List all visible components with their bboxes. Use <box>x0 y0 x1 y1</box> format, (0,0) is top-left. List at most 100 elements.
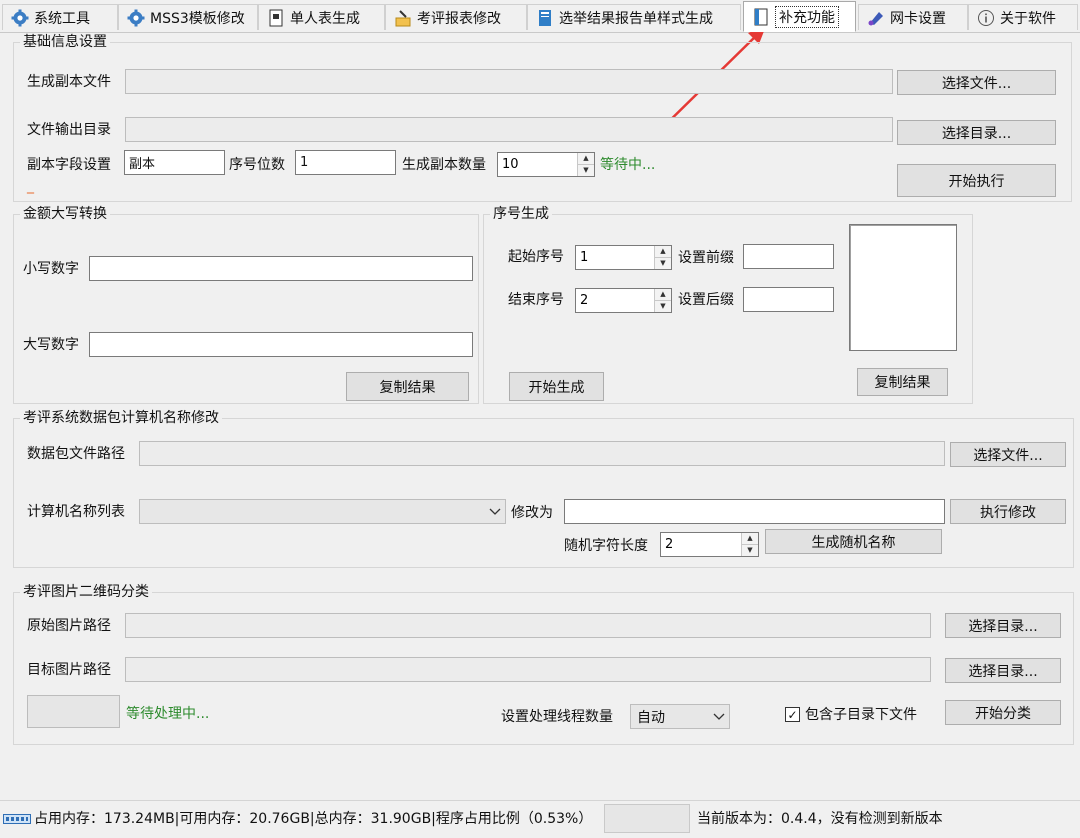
group-title: 考评图片二维码分类 <box>20 583 152 601</box>
chevron-down-icon[interactable] <box>709 713 729 721</box>
copy-count-label: 生成副本数量 <box>402 157 486 173</box>
source-path-label: 原始图片路径 <box>27 618 111 634</box>
output-dir-label: 文件输出目录 <box>27 122 111 138</box>
field-setting-label: 副本字段设置 <box>27 157 111 173</box>
tab-label: MSS3模板修改 <box>150 10 245 27</box>
copy-count-input[interactable] <box>498 153 577 176</box>
tab-supplementary[interactable]: 补充功能 <box>743 1 856 32</box>
end-serial-stepper[interactable]: ▲▼ <box>575 288 672 313</box>
upper-number-input[interactable] <box>89 332 473 357</box>
end-serial-input[interactable] <box>576 289 654 312</box>
tab-strip: 系统工具 MSS3模板修改 单人表生成 考评报表修改 选举结果报告单样式生成 补… <box>0 0 1080 33</box>
end-serial-label: 结束序号 <box>508 292 564 308</box>
tab-mss3-template[interactable]: MSS3模板修改 <box>118 4 258 30</box>
execute-modify-button[interactable]: 执行修改 <box>950 499 1066 524</box>
basic-marker: _ <box>27 178 34 194</box>
start-execute-button[interactable]: 开始执行 <box>897 164 1056 197</box>
thread-count-label: 设置处理线程数量 <box>501 709 613 725</box>
memory-icon <box>3 812 31 830</box>
tab-system-tools[interactable]: 系统工具 <box>2 4 118 30</box>
group-title: 金额大写转换 <box>20 205 110 223</box>
gear-icon <box>11 9 29 27</box>
package-path-label: 数据包文件路径 <box>27 446 125 462</box>
package-path-field[interactable] <box>139 441 945 466</box>
modify-to-input[interactable] <box>564 499 945 524</box>
include-subdir-label: 包含子目录下文件 <box>805 707 917 723</box>
tab-label: 考评报表修改 <box>417 10 501 27</box>
upper-number-label: 大写数字 <box>23 337 79 353</box>
pc-name-list-combo[interactable] <box>139 499 506 524</box>
suffix-input[interactable] <box>743 287 834 312</box>
package-select-file-button[interactable]: 选择文件... <box>950 442 1066 467</box>
start-classify-button[interactable]: 开始分类 <box>945 700 1061 725</box>
source-select-dir-button[interactable]: 选择目录... <box>945 613 1061 638</box>
group-title: 基础信息设置 <box>20 33 110 51</box>
serial-copy-button[interactable]: 复制结果 <box>857 368 948 396</box>
notebook-icon <box>536 9 554 27</box>
select-file-button[interactable]: 选择文件... <box>897 70 1056 95</box>
group-title: 序号生成 <box>490 205 552 223</box>
tab-label: 关于软件 <box>1000 10 1056 27</box>
spin-down-icon[interactable]: ▼ <box>655 257 671 269</box>
prefix-label: 设置前缀 <box>678 250 734 266</box>
copy-file-path-field[interactable] <box>125 69 893 94</box>
network-icon <box>867 9 885 27</box>
tab-about[interactable]: 关于软件 <box>968 4 1078 30</box>
source-path-field[interactable] <box>125 613 931 638</box>
random-length-input[interactable] <box>661 533 741 556</box>
document-edit-icon <box>394 9 412 27</box>
blank-page-icon <box>752 8 770 26</box>
suffix-label: 设置后缀 <box>678 292 734 308</box>
modify-to-label: 修改为 <box>511 505 553 521</box>
select-dir-button[interactable]: 选择目录... <box>897 120 1056 145</box>
tab-label: 单人表生成 <box>290 10 360 27</box>
random-length-label: 随机字符长度 <box>564 538 648 554</box>
tab-label: 系统工具 <box>34 10 90 27</box>
tab-report-modify[interactable]: 考评报表修改 <box>385 4 527 30</box>
spin-down-icon[interactable]: ▼ <box>578 164 594 176</box>
info-icon <box>977 9 995 27</box>
qr-status-text: 等待处理中... <box>126 706 210 722</box>
version-status-text: 当前版本为：0.4.4，没有检测到新版本 <box>697 811 943 827</box>
copy-count-stepper[interactable]: ▲▼ <box>497 152 595 177</box>
spin-up-icon[interactable]: ▲ <box>655 246 671 257</box>
lower-number-input[interactable] <box>89 256 473 281</box>
start-serial-label: 起始序号 <box>508 249 564 265</box>
pc-name-list-label: 计算机名称列表 <box>27 504 125 520</box>
target-path-field[interactable] <box>125 657 931 682</box>
start-serial-input[interactable] <box>576 246 654 269</box>
serial-result-list[interactable] <box>849 224 957 351</box>
status-progress-box <box>604 804 690 833</box>
output-dir-path-field[interactable] <box>125 117 893 142</box>
copy-file-label: 生成副本文件 <box>27 74 111 90</box>
amount-copy-button[interactable]: 复制结果 <box>346 372 469 401</box>
field-setting-input[interactable] <box>124 150 225 175</box>
start-generate-button[interactable]: 开始生成 <box>509 372 604 401</box>
chevron-down-icon[interactable] <box>485 508 505 516</box>
spin-up-icon[interactable]: ▲ <box>578 153 594 164</box>
memory-status-text: 占用内存：173.24MB|可用内存：20.76GB|总内存：31.90GB|程… <box>34 811 593 827</box>
random-length-stepper[interactable]: ▲▼ <box>660 532 759 557</box>
group-title: 考评系统数据包计算机名称修改 <box>20 409 222 427</box>
tab-label: 网卡设置 <box>890 10 946 27</box>
start-serial-stepper[interactable]: ▲▼ <box>575 245 672 270</box>
prefix-input[interactable] <box>743 244 834 269</box>
target-path-label: 目标图片路径 <box>27 662 111 678</box>
tab-nic-settings[interactable]: 网卡设置 <box>858 4 968 30</box>
basic-status-text: 等待中... <box>600 157 656 173</box>
progress-box <box>27 695 120 728</box>
spin-down-icon[interactable]: ▼ <box>742 544 758 556</box>
tab-single-table[interactable]: 单人表生成 <box>258 4 385 30</box>
spin-up-icon[interactable]: ▲ <box>655 289 671 300</box>
include-subdir-checkbox[interactable]: ✓ <box>785 707 800 722</box>
digits-input[interactable] <box>295 150 396 175</box>
generate-random-name-button[interactable]: 生成随机名称 <box>765 529 942 554</box>
target-select-dir-button[interactable]: 选择目录... <box>945 658 1061 683</box>
thread-count-select[interactable]: 自动 <box>630 704 730 729</box>
document-icon <box>267 9 285 27</box>
spin-up-icon[interactable]: ▲ <box>742 533 758 544</box>
lower-number-label: 小写数字 <box>23 261 79 277</box>
digits-label: 序号位数 <box>229 157 285 173</box>
status-bar: 占用内存：173.24MB|可用内存：20.76GB|总内存：31.90GB|程… <box>0 800 1080 838</box>
spin-down-icon[interactable]: ▼ <box>655 300 671 312</box>
